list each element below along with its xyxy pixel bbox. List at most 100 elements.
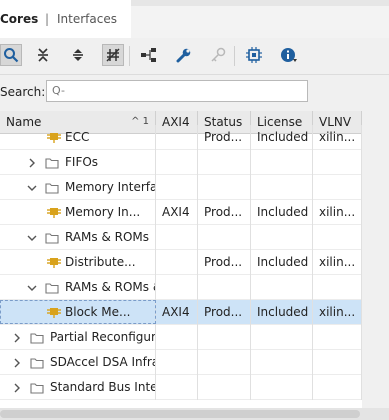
tab-cores[interactable]: Cores | Interfaces [0, 0, 131, 38]
vlnv-cell: xilin... [313, 250, 362, 275]
filter-button[interactable] [102, 44, 124, 66]
vlnv-cell: xilin... [313, 200, 362, 225]
info-button[interactable] [278, 44, 300, 66]
ip-core-icon [47, 208, 61, 218]
chevron-down-icon[interactable] [27, 183, 37, 193]
search-icon [4, 48, 19, 63]
ip-catalog-table: Name ^ 1 AXI4 Status License VLNV ECC Pro… [0, 111, 362, 408]
chevron-right-icon[interactable] [12, 333, 22, 343]
name-cell: FIFOs [0, 150, 156, 175]
name-label: Memory In... [65, 205, 141, 219]
table-row-folder[interactable]: FIFOs [0, 150, 362, 175]
status-cell [198, 275, 251, 300]
ip-core-icon [47, 133, 61, 143]
table-row-folder[interactable]: RAMs & ROMs & BRAM [0, 275, 362, 300]
axi4-cell [156, 150, 198, 175]
toolbar-separator [234, 46, 235, 66]
tab-interfaces[interactable]: Interfaces [57, 12, 117, 26]
expand-all-button[interactable] [67, 44, 89, 66]
chevron-right-icon[interactable] [12, 383, 22, 393]
table-row-folder[interactable]: Memory Interface Generators [0, 175, 362, 200]
selection-focus-box [0, 300, 156, 324]
folder-icon [45, 183, 59, 194]
axi4-cell [156, 175, 198, 200]
name-cell: SDAccel DSA Infrastructure [0, 350, 156, 375]
name-cell: Memory In... [0, 200, 156, 225]
license-cell [251, 350, 313, 375]
vlnv-cell: xilin... [313, 125, 362, 150]
folder-icon [45, 233, 59, 244]
status-cell [198, 325, 251, 350]
table-row-folder[interactable]: Standard Bus Interfaces [0, 375, 362, 400]
folder-icon [45, 158, 59, 169]
status-cell [198, 350, 251, 375]
filter-icon [106, 48, 120, 62]
name-cell: RAMs & ROMs & BRAM [0, 275, 156, 300]
table-row[interactable]: Memory In... AXI4 Prod... Included xilin... [0, 200, 362, 225]
chevron-right-icon[interactable] [12, 358, 22, 368]
status-cell [198, 175, 251, 200]
hierarchy-icon [141, 48, 156, 62]
search-label: Search: [0, 85, 46, 99]
folder-icon [30, 358, 44, 369]
expand-all-icon [73, 49, 83, 61]
tab-strip-fill [131, 0, 389, 6]
chip-button[interactable] [243, 44, 265, 66]
status-cell: Prod... [198, 125, 251, 150]
table-row[interactable]: Block Me... AXI4 Prod... Included xilin... [0, 300, 362, 325]
license-cell [251, 150, 313, 175]
license-cell [251, 275, 313, 300]
license-cell: Included [251, 250, 313, 275]
license-cell: Included [251, 125, 313, 150]
search-button[interactable] [0, 44, 22, 66]
axi4-cell [156, 250, 198, 275]
vlnv-cell [313, 325, 362, 350]
wrench-icon [176, 48, 191, 63]
hierarchy-button[interactable] [138, 44, 160, 66]
key-icon [211, 47, 226, 62]
vlnv-cell [313, 225, 362, 250]
status-cell: Prod... [198, 250, 251, 275]
license-cell [251, 325, 313, 350]
name-label: FIFOs [65, 155, 99, 169]
status-cell [198, 375, 251, 400]
name-label: ECC [65, 130, 90, 144]
name-label: RAMs & ROMs & BRAM [65, 280, 155, 294]
chevron-down-icon[interactable] [27, 233, 37, 243]
table-row[interactable]: ECC Prod... Included xilin... [0, 125, 362, 150]
name-cell: RAMs & ROMs [0, 225, 156, 250]
table-row-folder[interactable]: RAMs & ROMs [0, 225, 362, 250]
search-input-placeholder: Q- [52, 84, 65, 97]
axi4-cell [156, 125, 198, 150]
vlnv-cell [313, 375, 362, 400]
chevron-right-icon[interactable] [27, 158, 37, 168]
license-cell [251, 175, 313, 200]
status-cell [198, 225, 251, 250]
license-cell: Included [251, 200, 313, 225]
status-cell: Prod... [198, 300, 251, 325]
vlnv-cell [313, 350, 362, 375]
search-input[interactable]: Q- [46, 80, 308, 102]
name-label: Standard Bus Interfaces [50, 380, 155, 394]
vlnv-cell [313, 150, 362, 175]
key-button[interactable] [207, 44, 229, 66]
name-cell: ECC [0, 125, 156, 150]
table-row[interactable]: Distribute... Prod... Included xilin... [0, 250, 362, 275]
tab-cores-label: Cores [0, 12, 39, 26]
name-label: SDAccel DSA Infrastructure [50, 355, 155, 369]
table-row-folder[interactable]: Partial Reconfiguration [0, 325, 362, 350]
table-row-folder[interactable]: SDAccel DSA Infrastructure [0, 350, 362, 375]
wrench-button[interactable] [173, 44, 195, 66]
collapse-all-button[interactable] [32, 44, 54, 66]
horizontal-scrollbar-thumb[interactable] [0, 410, 360, 418]
vlnv-cell [313, 175, 362, 200]
folder-icon [45, 283, 59, 294]
folder-icon [30, 383, 44, 394]
license-cell [251, 375, 313, 400]
license-cell: Included [251, 300, 313, 325]
ip-core-icon [47, 258, 61, 268]
axi4-cell [156, 350, 198, 375]
chevron-down-icon[interactable] [27, 283, 37, 293]
name-cell: Distribute... [0, 250, 156, 275]
axi4-cell [156, 275, 198, 300]
